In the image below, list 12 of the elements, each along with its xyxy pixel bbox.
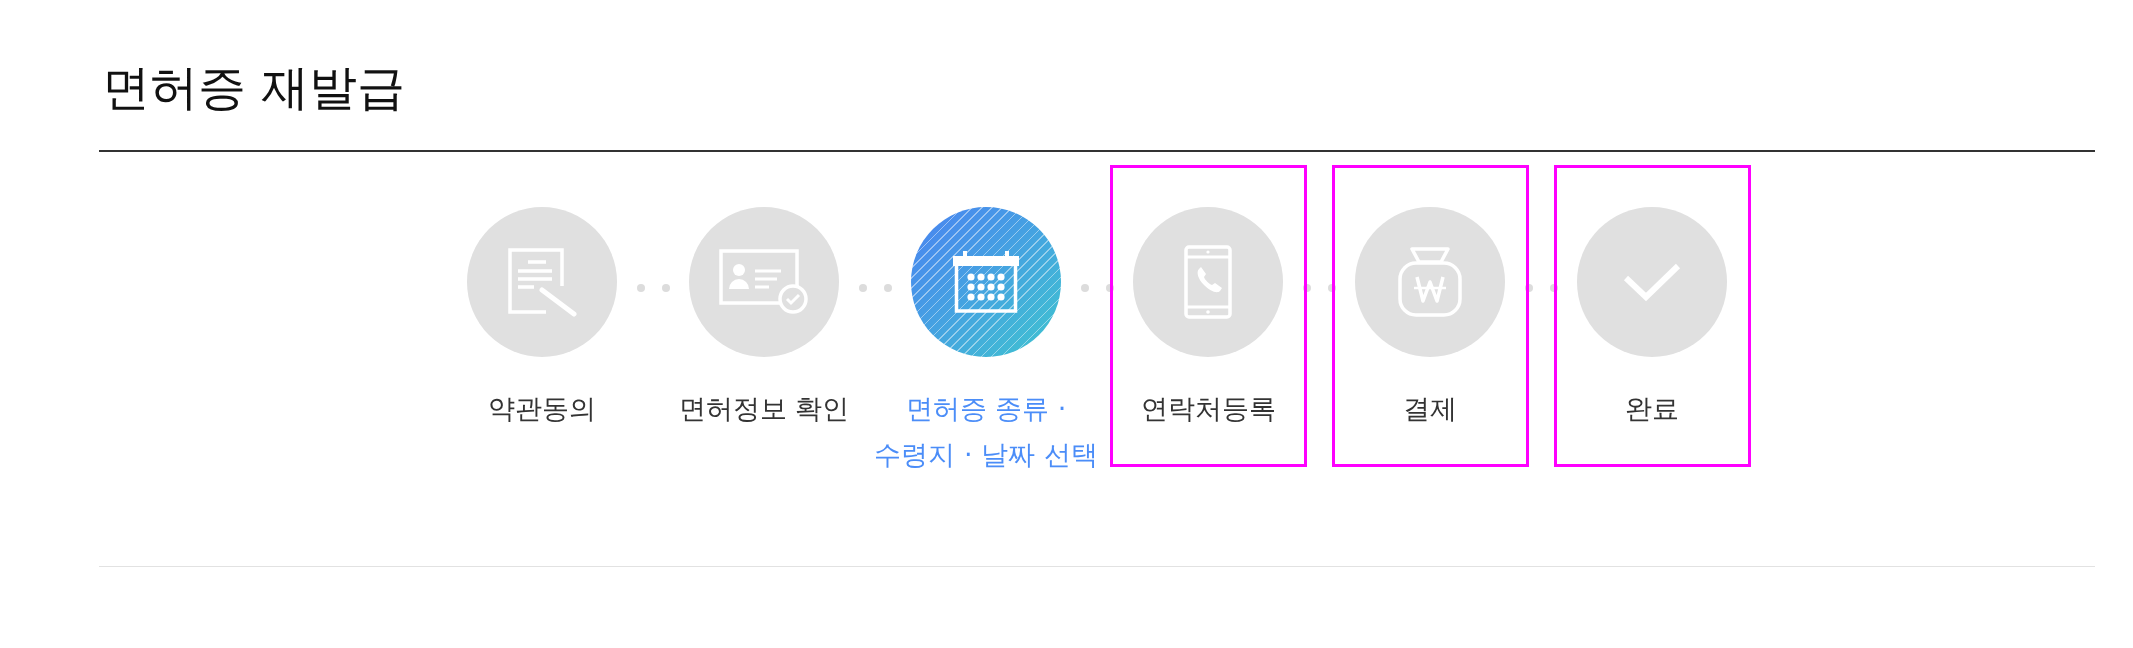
page-title: 면허증 재발급 — [101, 58, 406, 117]
dot-icon — [883, 284, 892, 292]
step-label: 면허정보 확인 — [678, 392, 850, 426]
step-label: 결제 — [1403, 392, 1457, 426]
dot-icon — [1080, 284, 1089, 292]
step-label: 약관동의 — [488, 392, 596, 426]
step-label: 완료 — [1625, 392, 1679, 426]
step-label: 면허증 종류 · 수령지 · 날짜 선택 — [873, 392, 1099, 472]
dot-icon — [636, 284, 645, 292]
step-label: 연락처등록 — [1140, 392, 1276, 426]
dot-icon — [661, 284, 670, 292]
dot-icon — [858, 284, 867, 292]
